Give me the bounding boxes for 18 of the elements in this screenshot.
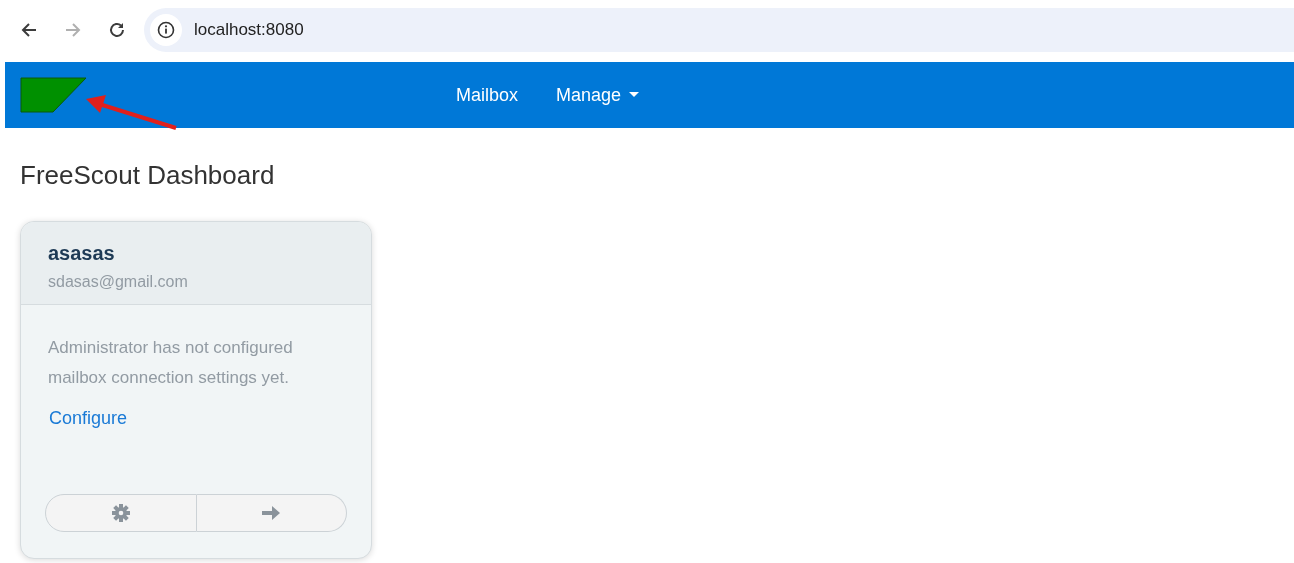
mailbox-name: asasas [48,241,116,267]
mailbox-email: sdasas@gmail.com [48,272,189,293]
settings-button[interactable] [45,494,197,533]
logo[interactable] [20,77,88,113]
info-icon[interactable] [157,21,175,39]
reload-icon [108,21,126,39]
back-arrow-icon [20,21,38,39]
status-message: Administrator has not configured mailbox connection settings yet. [48,337,294,390]
nav-dropdown[interactable]: Manage [556,81,640,109]
configure-link[interactable]: Configure [49,405,128,433]
address-bar[interactable]: localhost:8080 [144,8,1294,52]
gear-icon [110,503,131,524]
url-text: localhost:8080 [194,19,304,42]
right-arrow-icon [261,505,282,522]
nav-link[interactable]: Mailbox [456,81,519,109]
caret-icon [629,92,640,98]
forward-arrow-icon [64,21,82,39]
page-title: FreeScout Dashboard [20,160,276,192]
